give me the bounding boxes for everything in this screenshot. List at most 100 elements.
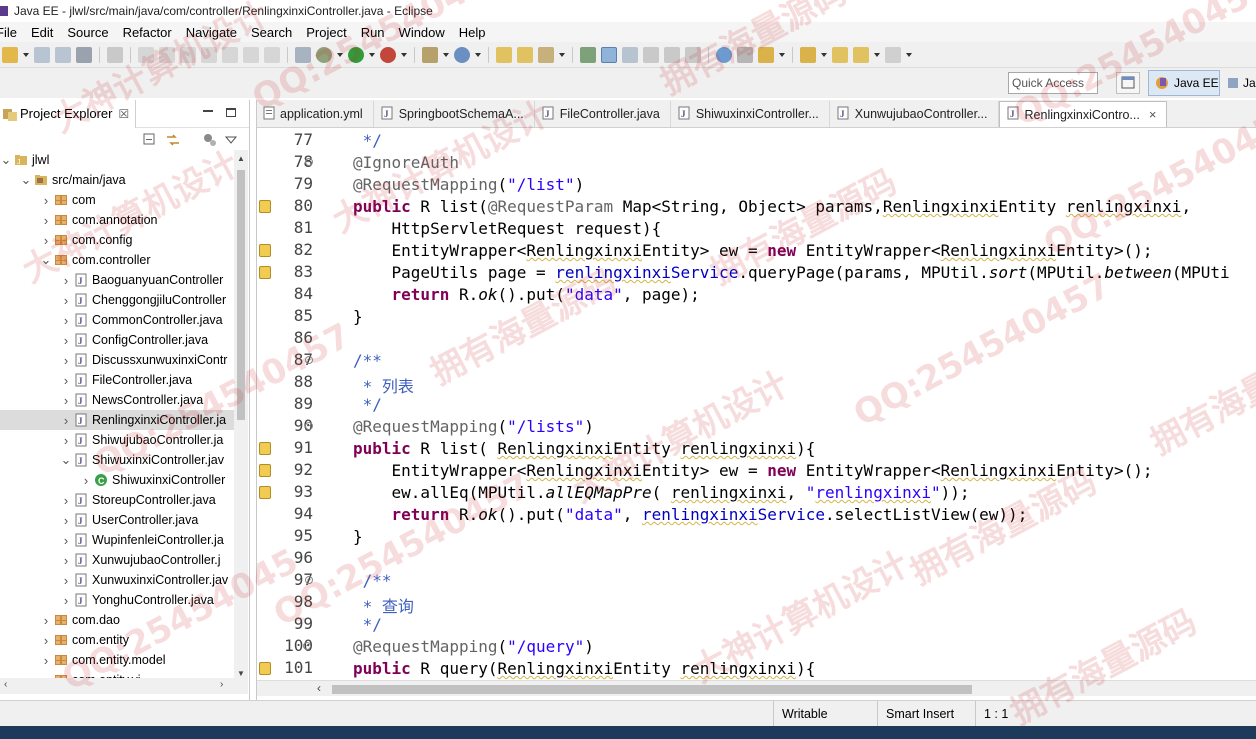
menu-help[interactable]: Help — [452, 25, 493, 40]
collapsed-arrow-icon[interactable]: › — [60, 373, 72, 388]
expanded-arrow-icon[interactable]: ⌄ — [20, 172, 32, 187]
code-line[interactable]: 83 PageUtils page = renlingxinxiService.… — [257, 262, 1256, 284]
link-with-editor-icon[interactable] — [165, 133, 181, 147]
tree-item[interactable]: › J RenlingxinxiController.ja — [0, 410, 234, 430]
code-line[interactable]: 92 EntityWrapper<RenlingxinxiEntity> ew … — [257, 460, 1256, 482]
terminate-icon[interactable] — [180, 46, 196, 63]
external-tools-icon[interactable] — [422, 46, 438, 63]
code-line[interactable]: 78− @IgnoreAuth — [257, 152, 1256, 174]
collapsed-arrow-icon[interactable]: › — [60, 593, 72, 608]
external-tools-dropdown-icon[interactable] — [443, 52, 449, 57]
code-editor[interactable]: 77 */78− @IgnoreAuth 79 @RequestMapping("/l… — [257, 130, 1256, 680]
collapsed-arrow-icon[interactable]: › — [60, 493, 72, 508]
code-line[interactable]: 90− @RequestMapping("/lists") — [257, 416, 1256, 438]
editor-tab[interactable]: J ShiwuxinxiController... — [670, 101, 830, 127]
close-tab-icon[interactable]: × — [1149, 107, 1157, 122]
tree-item[interactable]: › J ShiwujubaoController.ja — [0, 430, 234, 450]
editor-horizontal-scrollbar[interactable]: ‹ — [257, 680, 1256, 696]
fold-toggle-icon[interactable]: − — [305, 158, 313, 166]
disconnect-icon[interactable] — [201, 46, 217, 63]
tree-item[interactable]: › C ShiwuxinxiController — [0, 470, 234, 490]
tree-item[interactable]: ⌄ com.controller — [0, 250, 234, 270]
debug-dropdown-icon[interactable] — [337, 52, 343, 57]
tree-item[interactable]: › J ConfigController.java — [0, 330, 234, 350]
code-line[interactable]: 84 return R.ok().put("data", page); — [257, 284, 1256, 306]
code-line[interactable]: 88 * 列表 — [257, 372, 1256, 396]
collapsed-arrow-icon[interactable]: › — [80, 473, 92, 488]
scroll-left-icon[interactable]: ‹ — [317, 681, 321, 695]
code-line[interactable]: 93 ew.allEq(MPUtil.allEQMapPre( renlingx… — [257, 482, 1256, 504]
editor-tab[interactable]: J RenlingxinxiContro... × — [998, 101, 1168, 127]
resume-icon[interactable] — [138, 46, 154, 63]
tree-item[interactable]: ⌄ Jjlwl — [0, 150, 234, 170]
scroll-right-icon[interactable]: › — [220, 679, 223, 690]
search-icon[interactable] — [538, 46, 554, 63]
pin-icon[interactable] — [800, 46, 816, 63]
code-line[interactable]: 100− @RequestMapping("/query") — [257, 636, 1256, 658]
new-class-dropdown-icon[interactable] — [475, 52, 481, 57]
collapsed-arrow-icon[interactable]: › — [40, 213, 52, 228]
maximize-icon[interactable] — [226, 108, 236, 117]
coverage-icon[interactable] — [380, 46, 396, 63]
code-line[interactable]: 97− /** — [257, 570, 1256, 592]
expanded-arrow-icon[interactable]: ⌄ — [0, 152, 12, 167]
collapsed-arrow-icon[interactable]: › — [40, 193, 52, 208]
server-connect-icon[interactable] — [737, 46, 753, 63]
tree-item[interactable]: › J NewsController.java — [0, 390, 234, 410]
forward-icon[interactable] — [885, 46, 901, 63]
collapsed-arrow-icon[interactable]: › — [40, 613, 52, 628]
highlight-icon[interactable] — [601, 46, 617, 63]
code-line[interactable]: 94 return R.ok().put("data", renlingxinx… — [257, 504, 1256, 526]
collapsed-arrow-icon[interactable]: › — [40, 653, 52, 668]
toggle-mark-occurrences-icon[interactable] — [580, 46, 596, 63]
collapsed-arrow-icon[interactable]: › — [60, 433, 72, 448]
tree-item[interactable]: › com.dao — [0, 610, 234, 630]
editor-tab[interactable]: J FileController.java — [534, 101, 671, 127]
tree-item[interactable]: › com.config — [0, 230, 234, 250]
tree-item[interactable]: › J XunwuxinxiController.jav — [0, 570, 234, 590]
menu-navigate[interactable]: Navigate — [179, 25, 244, 40]
tree-item[interactable]: › J StoreupController.java — [0, 490, 234, 510]
code-line[interactable]: 87−/** — [257, 350, 1256, 372]
menu-window[interactable]: Window — [392, 25, 452, 40]
editor-tab[interactable]: J SpringbootSchemaA... — [373, 101, 535, 127]
collapsed-arrow-icon[interactable]: › — [60, 293, 72, 308]
tree-item[interactable]: › J DiscussxunwuxinxiContr — [0, 350, 234, 370]
scroll-down-icon[interactable]: ▼ — [237, 669, 245, 678]
collapsed-arrow-icon[interactable]: › — [60, 413, 72, 428]
back-icon[interactable] — [853, 46, 869, 63]
menu-edit[interactable]: Edit — [24, 25, 60, 40]
code-line[interactable]: 86 — [257, 328, 1256, 350]
step-return-icon[interactable] — [264, 46, 280, 63]
tree-item[interactable]: › J FileController.java — [0, 370, 234, 390]
step-over-icon[interactable] — [243, 46, 259, 63]
collapsed-arrow-icon[interactable]: › — [40, 233, 52, 248]
open-resource-icon[interactable] — [517, 46, 533, 63]
menu-file[interactable]: File — [0, 25, 24, 40]
collapse-all-icon[interactable] — [143, 133, 157, 147]
annotation-icon[interactable] — [664, 46, 680, 63]
suspend-icon[interactable] — [159, 46, 175, 63]
code-line[interactable]: 81 HttpServletRequest request){ — [257, 218, 1256, 240]
step-into-icon[interactable] — [222, 46, 238, 63]
editor-tab[interactable]: J XunwujubaoController... — [829, 101, 999, 127]
expanded-arrow-icon[interactable]: ⌄ — [40, 252, 52, 267]
next-annotation-dropdown-icon[interactable] — [779, 52, 785, 57]
code-line[interactable]: 89 */ — [257, 394, 1256, 416]
tree-item[interactable]: › J YonghuController.java — [0, 590, 234, 610]
open-type-icon[interactable] — [496, 46, 512, 63]
collapsed-arrow-icon[interactable]: › — [40, 633, 52, 648]
code-line[interactable]: 79 @RequestMapping("/list") — [257, 174, 1256, 196]
collapsed-arrow-icon[interactable]: › — [60, 573, 72, 588]
editor-scroll-thumb[interactable] — [332, 685, 972, 694]
editor-tab[interactable]: application.yml — [257, 101, 374, 127]
new-dropdown-icon[interactable] — [23, 52, 29, 57]
code-line[interactable]: 91 public R list( RenlingxinxiEntity renl… — [257, 438, 1256, 460]
scroll-up-icon[interactable]: ▲ — [237, 154, 245, 163]
open-perspective-button[interactable] — [1116, 72, 1140, 94]
expanded-arrow-icon[interactable]: ⌄ — [60, 452, 72, 467]
project-explorer-tab[interactable]: Project Explorer ☒ — [0, 99, 137, 128]
collapsed-arrow-icon[interactable]: › — [60, 273, 72, 288]
menu-project[interactable]: Project — [299, 25, 353, 40]
next-annotation-icon[interactable] — [758, 46, 774, 63]
